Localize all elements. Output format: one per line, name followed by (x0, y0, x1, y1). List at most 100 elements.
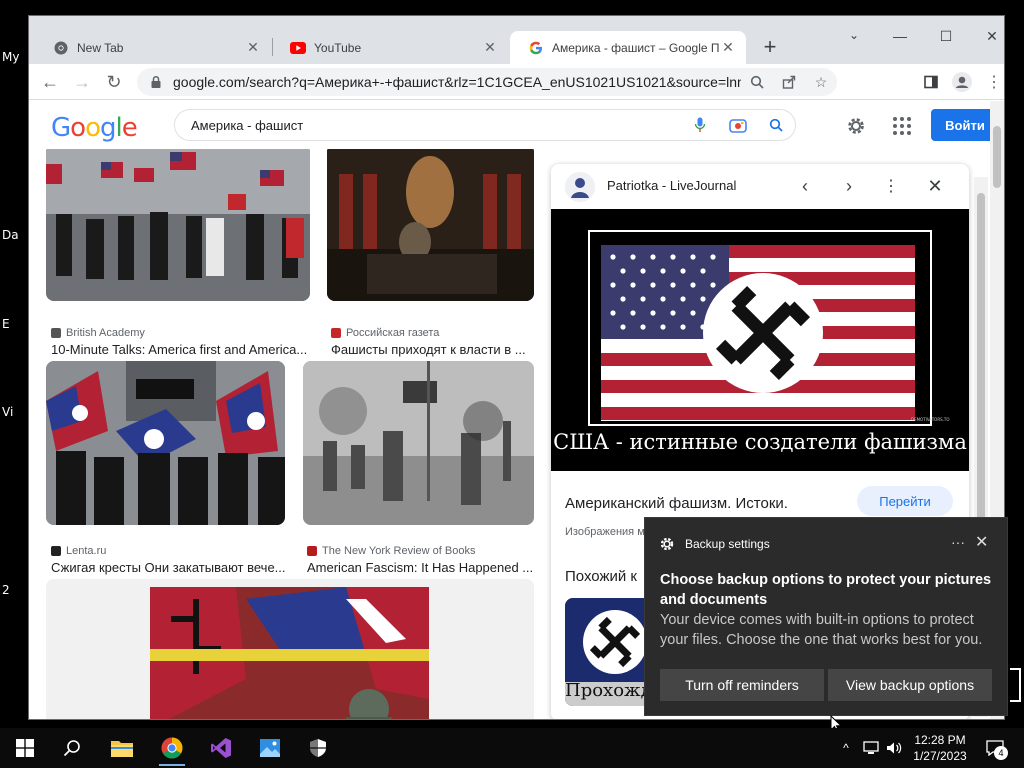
network-icon[interactable] (860, 728, 882, 768)
search-input[interactable]: Америка - фашист (191, 118, 681, 133)
result-caption[interactable]: American Fascism: It Has Happened ... (307, 560, 535, 575)
search-icon[interactable] (57, 734, 87, 762)
close-tab-icon[interactable]: ✕ (245, 39, 261, 56)
panel-source-name[interactable]: Patriotka - LiveJournal (607, 178, 736, 193)
desktop-icon-label[interactable]: E (2, 317, 28, 331)
notification-headline: Choose backup options to protect your pi… (660, 572, 992, 608)
windows-start-icon[interactable] (10, 734, 40, 762)
search-icon[interactable] (757, 118, 795, 132)
back-icon[interactable]: ← (37, 69, 63, 95)
result-image[interactable] (46, 361, 285, 525)
next-icon[interactable]: › (837, 174, 861, 198)
result-source[interactable]: British Academy (51, 327, 145, 339)
microphone-icon[interactable] (681, 117, 719, 133)
desktop-icon[interactable] (1006, 665, 1024, 705)
notification-body: Your device comes with built-in options … (660, 612, 983, 648)
close-tab-icon[interactable]: ✕ (720, 39, 736, 56)
address-bar[interactable]: google.com/search?q=Америка+-+фашист&rlz… (137, 68, 837, 96)
close-notification-icon[interactable]: ✕ (975, 532, 988, 552)
new-tab-button[interactable]: + (759, 36, 781, 58)
result-image[interactable] (46, 149, 310, 301)
result-caption[interactable]: Сжигая кресты Они закатывают вече... (51, 560, 287, 575)
source-avatar[interactable] (565, 172, 595, 202)
result-source[interactable]: The New York Review of Books (307, 545, 475, 557)
taskbar: ^ 12:28 PM 1/27/2023 4 (0, 728, 1024, 768)
close-panel-icon[interactable]: ✕ (923, 174, 947, 198)
google-apps-icon[interactable] (891, 115, 913, 137)
close-window-icon[interactable]: ✕ (969, 28, 1004, 45)
search-box[interactable]: Америка - фашист (174, 109, 796, 141)
file-explorer-icon[interactable] (107, 734, 137, 762)
share-icon[interactable] (773, 75, 805, 89)
visual-studio-icon[interactable] (206, 734, 236, 762)
settings-gear-icon[interactable] (845, 115, 867, 137)
tab-youtube[interactable]: YouTube ✕ (272, 31, 508, 64)
turn-off-reminders-button[interactable]: Turn off reminders (660, 669, 824, 701)
notification-center-icon[interactable]: 4 (980, 728, 1010, 768)
side-panel-icon[interactable] (919, 70, 943, 94)
forward-icon[interactable]: → (69, 69, 95, 95)
more-options-icon[interactable]: ··· (951, 534, 965, 550)
result-source[interactable]: Lenta.ru (51, 545, 106, 557)
source-name: British Academy (66, 327, 145, 339)
chrome-icon[interactable] (157, 734, 187, 766)
desktop-icon-label[interactable]: 2 (2, 583, 28, 597)
reload-icon[interactable]: ↻ (101, 69, 127, 95)
camera-lens-icon[interactable] (719, 117, 757, 133)
source-name: Российская газета (346, 327, 440, 339)
tab-new-tab[interactable]: New Tab ✕ (35, 31, 271, 64)
logo-letter: g (100, 113, 116, 143)
tab-google-search[interactable]: Америка - фашист – Google По ✕ (510, 31, 746, 64)
result-image[interactable] (327, 149, 534, 301)
sign-in-button[interactable]: Войти (931, 109, 999, 141)
source-favicon (307, 546, 317, 556)
browser-toolbar: ← → ↻ google.com/search?q=Америка+-+фаши… (29, 64, 1004, 100)
more-options-icon[interactable]: ⋮ (879, 174, 903, 198)
close-tab-icon[interactable]: ✕ (482, 39, 498, 56)
result-caption[interactable]: 10-Minute Talks: America first and Ameri… (51, 342, 309, 357)
preview-image[interactable]: DEMOTIVATORS.TO США - истинные создатели… (551, 209, 969, 471)
minimize-icon[interactable]: — (877, 28, 923, 44)
watermark-text: DEMOTIVATORS.TO (911, 417, 950, 422)
image-caption-text: США - истинные создатели фашизма (553, 430, 967, 454)
previous-icon[interactable]: ‹ (793, 174, 817, 198)
security-shield-icon[interactable] (303, 734, 333, 762)
clock-time: 12:28 PM (914, 733, 966, 747)
result-caption[interactable]: Фашисты приходят к власти в ... (331, 342, 531, 357)
result-source[interactable]: Российская газета (331, 327, 439, 339)
zoom-icon[interactable] (741, 75, 773, 89)
address-url[interactable]: google.com/search?q=Америка+-+фашист&rlz… (173, 74, 741, 90)
maximize-icon[interactable]: ☐ (923, 28, 969, 45)
lock-icon[interactable] (149, 75, 163, 89)
desktop-icon-label[interactable]: Da (2, 228, 28, 242)
source-name: Lenta.ru (66, 545, 107, 557)
result-image[interactable] (46, 579, 534, 719)
notification-count-badge: 4 (994, 746, 1008, 760)
tab-title: Америка - фашист – Google По (552, 40, 720, 55)
desktop-icon-label[interactable]: Vi (2, 405, 28, 419)
google-header: Google Америка - фашист Войти (29, 101, 1004, 149)
result-image[interactable] (303, 361, 534, 525)
profile-avatar-icon[interactable] (950, 70, 974, 94)
tab-search-icon[interactable]: ⌄ (831, 28, 877, 42)
view-backup-options-button[interactable]: View backup options (828, 669, 992, 701)
panel-title[interactable]: Американский фашизм. Истоки. (565, 495, 788, 512)
logo-letter: G (51, 113, 71, 143)
youtube-icon (290, 40, 306, 56)
source-favicon (51, 328, 61, 338)
logo-letter: o (85, 113, 101, 143)
desktop-icon-label[interactable]: My (2, 50, 28, 64)
chrome-menu-icon[interactable]: ⋮ (982, 70, 1004, 94)
photos-icon[interactable] (255, 734, 285, 762)
settings-gear-icon (660, 537, 674, 551)
scrollbar-thumb[interactable] (993, 126, 1001, 188)
chevron-up-icon[interactable]: ^ (836, 728, 856, 768)
logo-letter: e (121, 113, 138, 143)
source-name: The New York Review of Books (322, 545, 476, 557)
backup-notification: Backup settings ··· ✕ Choose backup opti… (644, 517, 1008, 716)
volume-icon[interactable] (884, 728, 904, 768)
google-logo[interactable]: Google (51, 113, 138, 143)
bookmark-star-icon[interactable]: ☆ (805, 74, 837, 91)
system-clock[interactable]: 12:28 PM 1/27/2023 (906, 732, 974, 764)
visit-button[interactable]: Перейти (857, 486, 953, 516)
